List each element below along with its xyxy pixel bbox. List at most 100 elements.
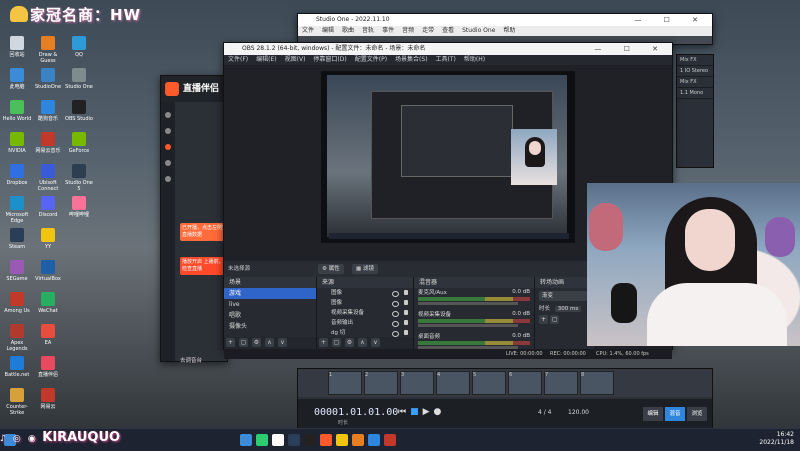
home-icon[interactable] bbox=[165, 112, 171, 118]
mixer-channel[interactable]: 视频采集设备 0.0 dB bbox=[414, 310, 534, 332]
live-companion-window[interactable]: 直播伴侣 bbox=[160, 75, 228, 362]
menu-item[interactable]: 编辑 bbox=[322, 27, 334, 34]
move-down-button[interactable]: ∨ bbox=[278, 338, 287, 347]
visibility-eye-icon[interactable] bbox=[392, 311, 399, 317]
obs-window-controls[interactable]: — ☐ ✕ bbox=[594, 43, 668, 55]
side-panel-item[interactable]: 1 IO Stereo bbox=[677, 66, 713, 77]
remove-transition-button[interactable]: ▢ bbox=[550, 315, 560, 324]
desktop-icon[interactable]: 此电脑 bbox=[2, 68, 32, 90]
add-scene-button[interactable]: + bbox=[226, 338, 235, 347]
taskbar-app-icon[interactable] bbox=[352, 434, 364, 446]
mixer-track[interactable]: 8 bbox=[580, 371, 614, 395]
lock-icon[interactable] bbox=[404, 290, 408, 295]
scene-item[interactable]: live bbox=[224, 299, 316, 310]
desktop-icon[interactable]: Hello World bbox=[2, 100, 32, 122]
scene-item[interactable]: 唱歌 bbox=[224, 310, 316, 321]
source-down-button[interactable]: ∨ bbox=[371, 338, 380, 347]
desktop-icon[interactable]: Battle.net bbox=[2, 356, 32, 378]
sources-dock[interactable]: 来源 图像图像视频采集设备音频输出dg 切显示器采集图像 +▢⚙∧∨ bbox=[317, 277, 414, 357]
source-item[interactable]: 音频输出 bbox=[317, 318, 413, 328]
mixer-list[interactable]: 麦克风/Aux 0.0 dB 视频采集设备 0.0 dB 桌面音频 0.0 dB bbox=[414, 288, 534, 354]
menu-item[interactable]: 配置文件(P) bbox=[355, 56, 387, 63]
taskbar-app-icon[interactable] bbox=[240, 434, 252, 446]
settings-icon[interactable] bbox=[165, 176, 171, 182]
obs-preview[interactable] bbox=[321, 71, 575, 243]
scene-item[interactable]: 游戏 bbox=[224, 288, 316, 299]
taskbar-app-icon[interactable] bbox=[336, 434, 348, 446]
visibility-eye-icon[interactable] bbox=[392, 291, 399, 297]
visibility-eye-icon[interactable] bbox=[392, 301, 399, 307]
filters-button[interactable]: ▦ 滤镜 bbox=[352, 264, 378, 274]
source-up-button[interactable]: ∧ bbox=[358, 338, 367, 347]
side-panel-item[interactable]: Mix FX bbox=[677, 77, 713, 88]
add-source-button[interactable]: + bbox=[319, 338, 328, 347]
desktop-icon[interactable]: Discord bbox=[33, 196, 63, 218]
menu-item[interactable]: 工具(T) bbox=[436, 56, 456, 63]
desktop-icon[interactable]: Counter-Strike bbox=[2, 388, 32, 416]
scene-list[interactable]: 游戏 live 唱歌 摄像头 bbox=[224, 288, 316, 332]
mode-button[interactable]: 编辑 bbox=[643, 407, 663, 421]
taskbar-app-icon[interactable] bbox=[304, 434, 316, 446]
desktop-icon[interactable]: NVIDIA bbox=[2, 132, 32, 154]
mixer-track[interactable]: 3 bbox=[400, 371, 434, 395]
desktop-icon[interactable]: Dropbox bbox=[2, 164, 32, 186]
volume-slider[interactable] bbox=[418, 324, 518, 327]
mixer-channel[interactable]: 麦克风/Aux 0.0 dB bbox=[414, 288, 534, 310]
taskbar-app-icon[interactable] bbox=[256, 434, 268, 446]
desktop-icon[interactable]: VirtualBox bbox=[33, 260, 63, 282]
transport-bar[interactable]: 00001.01.01.00 时长 ⏮■▶● 4 / 4 120.00 编辑 混音… bbox=[298, 399, 712, 429]
desktop-icon[interactable]: SEGame bbox=[2, 260, 32, 282]
properties-button[interactable]: ⚙ 属性 bbox=[318, 264, 344, 274]
desktop-icon[interactable]: 网易云 bbox=[33, 388, 63, 410]
duration-input[interactable]: 300 ms bbox=[554, 306, 582, 312]
desktop-icon[interactable]: OBS Studio bbox=[64, 100, 94, 122]
volume-slider[interactable] bbox=[418, 302, 518, 305]
source-settings-button[interactable]: ⚙ bbox=[345, 338, 354, 347]
menu-item[interactable]: 歌曲 bbox=[342, 27, 354, 34]
desktop-icon[interactable]: 哔哩哔哩 bbox=[64, 196, 94, 218]
lock-icon[interactable] bbox=[404, 320, 408, 325]
mixer-track[interactable]: 2 bbox=[364, 371, 398, 395]
desktop-icon[interactable]: QQ bbox=[64, 36, 94, 58]
menu-item[interactable]: 走带 bbox=[422, 27, 434, 34]
desktop-icon[interactable]: Studio One 5 bbox=[64, 164, 94, 192]
desktop-icon[interactable]: WeChat bbox=[33, 292, 63, 314]
track-strip[interactable]: 12345678 bbox=[298, 369, 712, 397]
data-icon[interactable] bbox=[165, 128, 171, 134]
desktop-icon[interactable]: Among Us bbox=[2, 292, 32, 314]
remove-source-button[interactable]: ▢ bbox=[332, 338, 341, 347]
desktop-icon[interactable]: EA bbox=[33, 324, 63, 346]
menu-item[interactable]: 编辑(E) bbox=[256, 56, 276, 63]
window-controls[interactable]: — ☐ ✕ bbox=[634, 14, 708, 26]
source-item[interactable]: 图像 bbox=[317, 288, 413, 298]
desktop-icon[interactable]: Studio One bbox=[64, 68, 94, 90]
taskbar-app-icon[interactable] bbox=[320, 434, 332, 446]
source-item[interactable]: 视频采集设备 bbox=[317, 308, 413, 318]
desktop-icon[interactable]: Steam bbox=[2, 228, 32, 250]
menu-item[interactable]: 事件 bbox=[382, 27, 394, 34]
menu-item[interactable]: 视图(V) bbox=[285, 56, 306, 63]
mixer-track[interactable]: 6 bbox=[508, 371, 542, 395]
remove-scene-button[interactable]: ▢ bbox=[239, 338, 248, 347]
taskbar-app-icon[interactable] bbox=[272, 434, 284, 446]
desktop-icon[interactable]: Ubisoft Connect bbox=[33, 164, 63, 192]
desktop-icon[interactable]: 回收站 bbox=[2, 36, 32, 58]
desktop-icon[interactable]: StudioOne bbox=[33, 68, 63, 90]
mixer-track[interactable]: 7 bbox=[544, 371, 578, 395]
scenes-dock[interactable]: 场景 游戏 live 唱歌 摄像头 + ▢ ⚙ ∧ ∨ bbox=[224, 277, 317, 349]
desktop-icon[interactable]: 网易云音乐 bbox=[33, 132, 63, 154]
taskbar-app-icon[interactable] bbox=[368, 434, 380, 446]
studio-one-window[interactable]: Studio One - 2022.11.10 — ☐ ✕ 文件 编辑 歌曲 音轨 事件… bbox=[297, 13, 713, 45]
studio-one-transport-window[interactable]: 12345678 00001.01.01.00 时长 ⏮■▶● 4 / 4 12… bbox=[297, 368, 713, 430]
side-panel-item[interactable]: 1.1 Mono bbox=[677, 88, 713, 99]
live-app-sidebar[interactable] bbox=[161, 102, 175, 361]
desktop-icon[interactable]: YY bbox=[33, 228, 63, 250]
mixer-track[interactable]: 5 bbox=[472, 371, 506, 395]
mixer-track[interactable]: 4 bbox=[436, 371, 470, 395]
side-panel-item[interactable]: Mix FX bbox=[677, 55, 713, 66]
live-icon[interactable] bbox=[165, 144, 171, 150]
source-item[interactable]: 图像 bbox=[317, 298, 413, 308]
desktop-icon[interactable]: 酷狗音乐 bbox=[33, 100, 63, 122]
obs-titlebar[interactable]: OBS 28.1.2 (64-bit, windows) - 配置文件：未命名 … bbox=[224, 43, 672, 55]
menu-item[interactable]: 文件 bbox=[302, 27, 314, 34]
